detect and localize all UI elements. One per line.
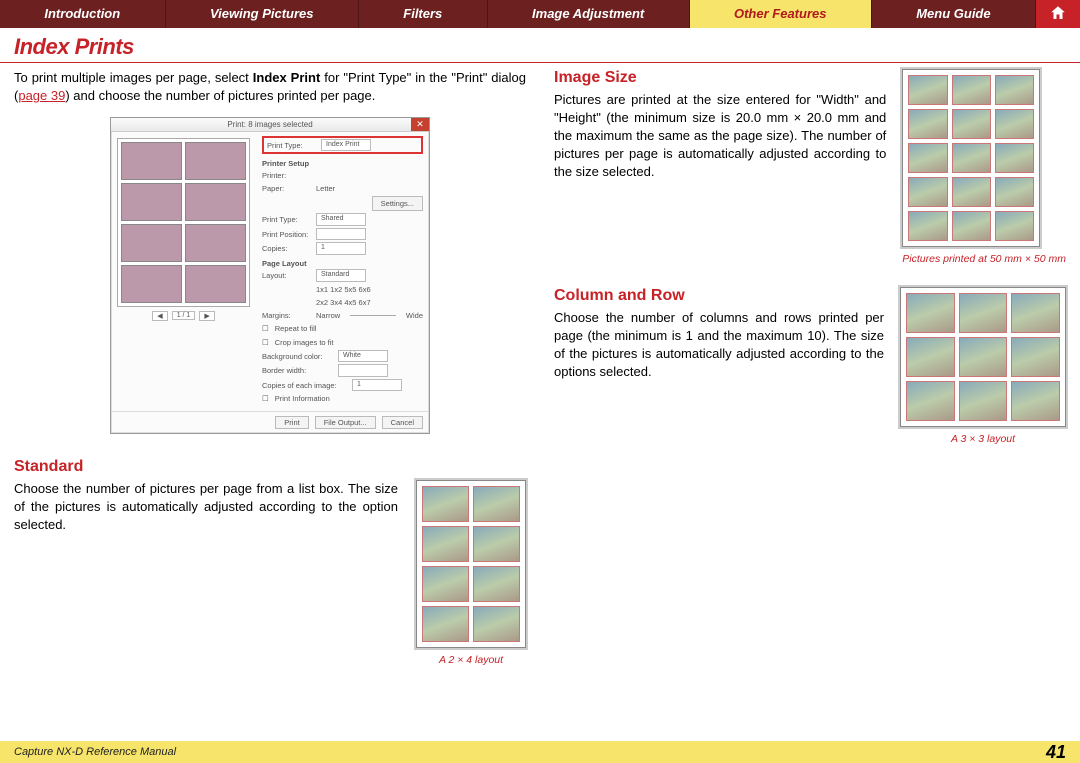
standard-caption: A 2 × 4 layout [416, 654, 526, 666]
title-rule [0, 62, 1080, 63]
home-icon [1049, 4, 1067, 25]
sheet-50mm [902, 69, 1040, 247]
standard-heading: Standard [14, 458, 526, 476]
dialog-preview-pane: ◀ 1 / 1 ▶ [111, 132, 256, 411]
slider-wide: Wide [406, 310, 423, 321]
intro-text-bold: Index Print [253, 70, 321, 85]
layout-grid-row1: 1x1 1x2 5x5 6x6 [316, 284, 371, 295]
standard-figure: A 2 × 4 layout [416, 480, 526, 666]
dialog-page-nav: ◀ 1 / 1 ▶ [117, 311, 250, 321]
dialog-settings-pane: Print Type: Index Print Printer Setup Pr… [256, 132, 429, 411]
footer-manual-title: Capture NX-D Reference Manual [14, 746, 176, 758]
margins-label: Margins: [262, 310, 310, 321]
column-row-figure: A 3 × 3 layout [900, 287, 1066, 445]
print-type-label: Print Type: [267, 140, 315, 151]
print-type-value2: Shared [316, 213, 366, 226]
printinfo-checkbox-label: Print Information [275, 393, 330, 404]
right-column: Image Size Pictures are printed at the s… [554, 69, 1066, 739]
sheet-3x3 [900, 287, 1066, 427]
top-nav: Introduction Viewing Pictures Filters Im… [0, 0, 1080, 28]
file-output-button: File Output... [315, 416, 376, 429]
crop-checkbox-label: Crop images to fit [275, 337, 334, 348]
tab-image-adjustment[interactable]: Image Adjustment [488, 0, 690, 28]
next-page-icon: ▶ [199, 311, 214, 321]
footer-page-number: 41 [1046, 742, 1066, 763]
copies-label: Copies: [262, 243, 310, 254]
paper-value: Letter [316, 183, 335, 194]
cancel-button: Cancel [382, 416, 423, 429]
print-position-label: Print Position: [262, 229, 310, 240]
footer: Capture NX-D Reference Manual 41 [0, 741, 1080, 763]
dialog-preview-sheet [117, 138, 250, 307]
print-type-highlight: Print Type: Index Print [262, 136, 423, 155]
tab-other-features[interactable]: Other Features [690, 0, 872, 28]
column-row-caption: A 3 × 3 layout [900, 433, 1066, 445]
settings-button: Settings... [372, 196, 423, 211]
tab-viewing-pictures[interactable]: Viewing Pictures [166, 0, 359, 28]
prev-page-icon: ◀ [152, 311, 167, 321]
column-row-heading: Column and Row [554, 287, 884, 305]
printer-label: Printer: [262, 170, 310, 181]
print-type-value: Index Print [321, 139, 371, 152]
layout-value: Standard [316, 269, 366, 282]
layout-grid-row2: 2x2 3x4 4x5 6x7 [316, 297, 371, 308]
printer-setup-label: Printer Setup [262, 158, 423, 169]
image-size-heading: Image Size [554, 69, 886, 87]
layout-label: Layout: [262, 270, 310, 281]
copies-each-label: Copies of each image: [262, 380, 346, 391]
standard-text: Choose the number of pictures per page f… [14, 480, 398, 534]
intro-text-post: ) and choose the number of pictures prin… [65, 88, 375, 103]
print-dialog-figure: Print: 8 images selected ✕ ◀ 1 / 1 ▶ [110, 117, 430, 434]
image-size-caption: Pictures printed at 50 mm × 50 mm [902, 253, 1066, 265]
intro-paragraph: To print multiple images per page, selec… [14, 69, 526, 105]
bgcolor-label: Background color: [262, 351, 332, 362]
page-layout-label: Page Layout [262, 258, 423, 269]
slider-narrow: Narrow [316, 310, 340, 321]
page-title: Index Prints [0, 28, 1080, 62]
content: To print multiple images per page, selec… [0, 69, 1080, 739]
dialog-titlebar: Print: 8 images selected ✕ [111, 118, 429, 132]
border-label: Border width: [262, 365, 332, 376]
paper-label: Paper: [262, 183, 310, 194]
close-icon: ✕ [411, 118, 429, 131]
dialog-button-row: Print File Output... Cancel [111, 411, 429, 433]
tab-menu-guide[interactable]: Menu Guide [872, 0, 1036, 28]
image-size-figure: Pictures printed at 50 mm × 50 mm [902, 69, 1066, 265]
tab-introduction[interactable]: Introduction [0, 0, 166, 28]
copies-each-value: 1 [352, 379, 402, 392]
page-indicator: 1 / 1 [172, 311, 196, 320]
print-type-label2: Print Type: [262, 214, 310, 225]
bgcolor-value: White [338, 350, 388, 363]
page-link[interactable]: page 39 [18, 88, 65, 103]
print-button: Print [275, 416, 308, 429]
repeat-checkbox-label: Repeat to fill [275, 323, 317, 334]
copies-value: 1 [316, 242, 366, 255]
image-size-text: Pictures are printed at the size entered… [554, 91, 886, 181]
home-button[interactable] [1036, 0, 1080, 28]
tab-filters[interactable]: Filters [359, 0, 488, 28]
left-column: To print multiple images per page, selec… [14, 69, 526, 739]
column-row-text: Choose the number of columns and rows pr… [554, 309, 884, 381]
intro-text-pre: To print multiple images per page, selec… [14, 70, 253, 85]
sheet-2x4 [416, 480, 526, 648]
dialog-title: Print: 8 images selected [227, 120, 312, 129]
